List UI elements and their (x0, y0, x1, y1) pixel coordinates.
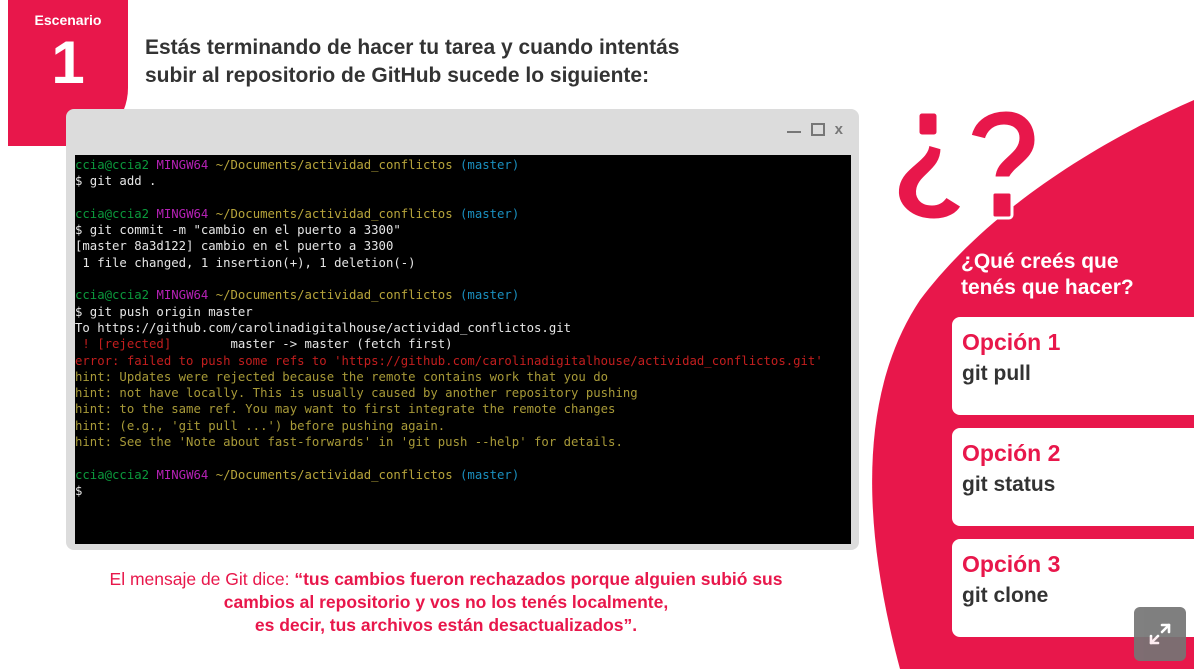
terminal-line: $ git add . (75, 174, 157, 189)
git-message: El mensaje de Git dice: “tus cambios fue… (66, 568, 826, 637)
option-value: git pull (962, 362, 1031, 385)
git-message-line-2: cambios al repositorio y vos no los tené… (223, 592, 669, 612)
terminal-output: ccia@ccia2 MINGW64 ~/Documents/actividad… (75, 155, 851, 544)
option-title: Opción 1 (962, 329, 1061, 355)
option-1-button[interactable]: Opción 1 git pull (952, 317, 1194, 415)
title-line-2: subir al repositorio de GitHub sucede lo… (145, 64, 650, 87)
git-message-line-3: es decir, tus archivos están desactualiz… (254, 615, 638, 635)
terminal-prompt: ccia@ccia2 MINGW64 ~/Documents/actividad… (75, 288, 520, 303)
terminal-line: To https://github.com/carolinadigitalhou… (75, 320, 572, 335)
git-message-line-1: “tus cambios fueron rechazados porque al… (294, 569, 783, 589)
terminal-rejected-line: ! [rejected] master -> master (fetch fir… (75, 337, 453, 352)
scenario-number: 1 (51, 29, 85, 96)
maximize-icon (810, 123, 825, 136)
question-marks-graphic (895, 108, 1038, 222)
option-title: Opción 3 (962, 551, 1061, 577)
terminal-line: 1 file changed, 1 insertion(+), 1 deleti… (75, 255, 416, 270)
terminal-prompt: ccia@ccia2 MINGW64 ~/Documents/actividad… (75, 158, 520, 172)
expand-button[interactable] (1134, 607, 1186, 661)
option-title: Opción 2 (962, 440, 1061, 466)
terminal-hint-line: hint: (e.g., 'git pull ...') before push… (75, 418, 446, 433)
terminal-window: x ccia@ccia2 MINGW64 ~/Documents/activid… (66, 109, 859, 550)
title-line-1: Estás terminando de hacer tu tarea y cua… (145, 36, 680, 59)
terminal-line: $ git commit -m "cambio en el puerto a 3… (75, 223, 401, 238)
option-value: git status (962, 473, 1056, 496)
close-icon: x (834, 121, 843, 138)
terminal-hint-line: hint: not have locally. This is usually … (75, 386, 638, 401)
window-controls: x (786, 121, 843, 138)
terminal-hint-line: hint: Updates were rejected because the … (75, 369, 609, 384)
scenario-label: Escenario (34, 12, 102, 28)
question-text: ¿Qué creés que tenés que hacer? (961, 250, 1134, 299)
option-2-button[interactable]: Opción 2 git status (952, 428, 1194, 526)
git-message-prefix: El mensaje de Git dice: (109, 569, 295, 589)
terminal-hint-line: hint: to the same ref. You may want to f… (75, 402, 616, 417)
terminal-line: $ git push origin master (75, 304, 253, 319)
expand-arrows-icon (1149, 623, 1171, 645)
terminal-prompt: ccia@ccia2 MINGW64 ~/Documents/actividad… (75, 206, 520, 221)
terminal-hint-line: hint: See the 'Note about fast-forwards'… (75, 435, 623, 450)
terminal-line: $ (75, 483, 83, 498)
terminal-line: [master 8a3d122] cambio en el puerto a 3… (75, 239, 394, 254)
page-title: Estás terminando de hacer tu tarea y cua… (145, 34, 785, 90)
terminal-prompt: ccia@ccia2 MINGW64 ~/Documents/actividad… (75, 467, 520, 482)
minimize-icon (786, 130, 801, 133)
terminal-error-line: error: failed to push some refs to 'http… (75, 353, 823, 368)
